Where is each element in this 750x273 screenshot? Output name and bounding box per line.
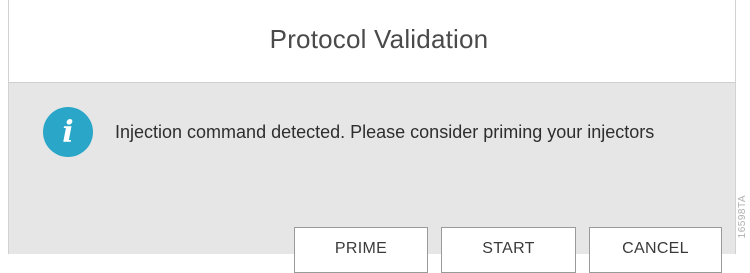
protocol-validation-dialog: Protocol Validation i Injection command … — [8, 0, 736, 273]
message-row: i Injection command detected. Please con… — [43, 107, 654, 157]
figure-id-label: 16598TA — [737, 195, 748, 239]
info-icon: i — [43, 107, 93, 157]
cancel-button[interactable]: CANCEL — [589, 227, 722, 273]
dialog-titlebar: Protocol Validation — [9, 0, 735, 83]
dialog-title: Protocol Validation — [269, 23, 489, 54]
prime-button[interactable]: PRIME — [294, 227, 428, 273]
start-button[interactable]: START — [441, 227, 576, 273]
info-icon-glyph: i — [62, 114, 74, 150]
dialog-message: Injection command detected. Please consi… — [115, 121, 655, 142]
